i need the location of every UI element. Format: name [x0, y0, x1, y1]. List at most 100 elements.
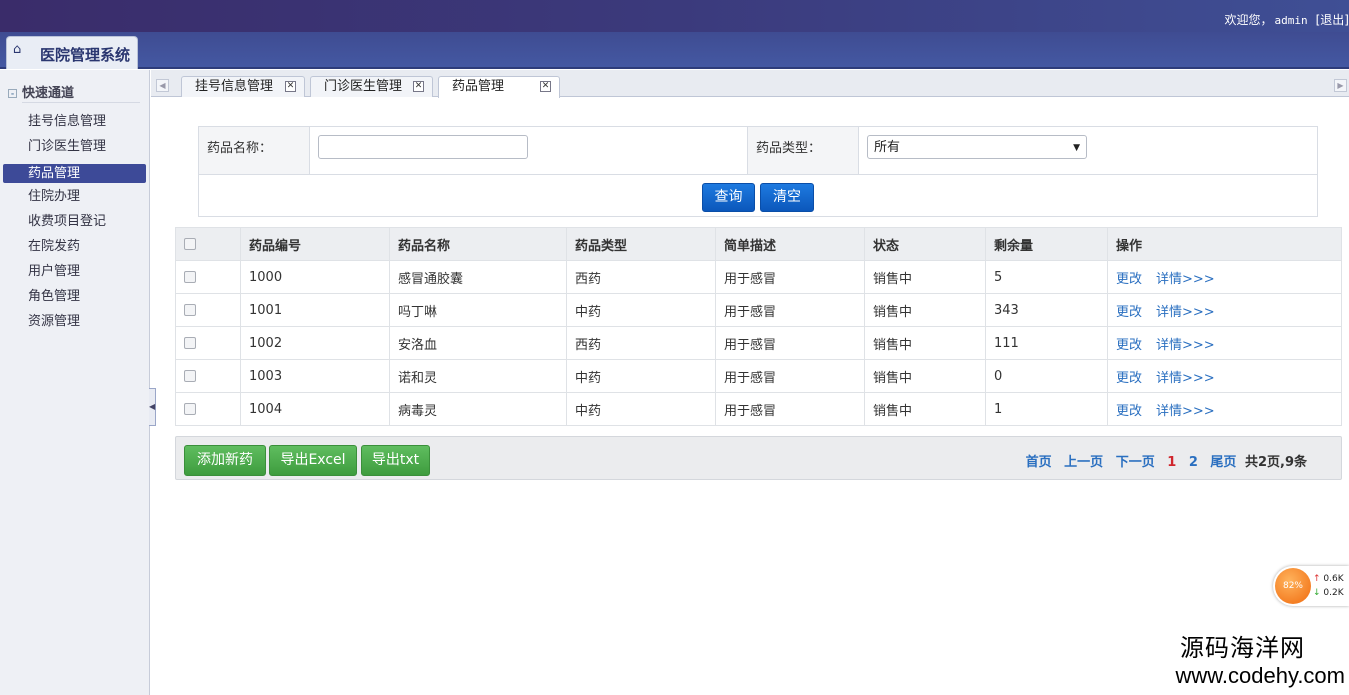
- cell-actions: 更改 详情>>>: [1107, 392, 1342, 426]
- detail-link[interactable]: 详情>>>: [1156, 272, 1215, 287]
- page-next-link[interactable]: 下一页: [1116, 455, 1155, 470]
- sidebar-item-users[interactable]: 用户管理: [3, 261, 146, 286]
- row-checkbox[interactable]: [184, 403, 196, 415]
- sidebar-collapse-handle[interactable]: ◀: [149, 388, 156, 426]
- cell-name: 吗丁啉: [389, 293, 567, 327]
- column-header[interactable]: 药品类型: [566, 227, 716, 261]
- welcome-area: 欢迎您， admin [退出]: [1224, 11, 1349, 28]
- clear-button[interactable]: 清空: [760, 183, 814, 212]
- username: admin: [1274, 14, 1308, 27]
- detail-link[interactable]: 详情>>>: [1156, 305, 1215, 320]
- row-checkbox-cell: [175, 260, 241, 294]
- detail-link[interactable]: 详情>>>: [1156, 404, 1215, 419]
- table-row: 1003 诺和灵 中药 用于感冒 销售中 0 更改 详情>>>: [175, 359, 1342, 393]
- header-band: [0, 32, 1349, 69]
- sidebar-item-registration[interactable]: 挂号信息管理: [3, 111, 146, 136]
- cell-type: 西药: [566, 260, 716, 294]
- cell-desc: 用于感冒: [715, 359, 865, 393]
- column-header[interactable]: 药品编号: [240, 227, 390, 261]
- cell-desc: 用于感冒: [715, 392, 865, 426]
- edit-link[interactable]: 更改: [1116, 404, 1142, 419]
- sidebar-item-dispense[interactable]: 在院发药: [3, 236, 146, 261]
- close-icon[interactable]: ✕: [413, 81, 424, 92]
- close-icon[interactable]: ✕: [540, 81, 551, 92]
- cell-actions: 更改 详情>>>: [1107, 326, 1342, 360]
- edit-link[interactable]: 更改: [1116, 305, 1142, 320]
- row-checkbox[interactable]: [184, 271, 196, 283]
- edit-link[interactable]: 更改: [1116, 338, 1142, 353]
- sidebar-item-resources[interactable]: 资源管理: [3, 311, 146, 336]
- edit-link[interactable]: 更改: [1116, 272, 1142, 287]
- tab-label: 药品管理: [452, 79, 505, 94]
- watermark-url: www.codehy.com: [1175, 663, 1345, 688]
- medicine-table: 药品编号 药品名称 药品类型 简单描述 状态 剩余量 操作 1000 感冒通胶囊…: [175, 227, 1342, 426]
- medicine-name-input[interactable]: [318, 135, 528, 159]
- type-label-cell: 药品类型：: [748, 127, 859, 174]
- column-header[interactable]: 剩余量: [985, 227, 1108, 261]
- column-header[interactable]: 状态: [864, 227, 986, 261]
- sidebar-item-charges[interactable]: 收费项目登记: [3, 211, 146, 236]
- page-2-link[interactable]: 2: [1189, 455, 1198, 470]
- select-value: 所有: [874, 140, 901, 155]
- brand-tab[interactable]: ⌂ 医院管理系统: [6, 36, 138, 69]
- watermark: 源码海洋网 www.codehy.com: [1175, 628, 1345, 689]
- medicine-type-select[interactable]: 所有 ▼: [867, 135, 1087, 159]
- page-first-link[interactable]: 首页: [1026, 455, 1052, 470]
- row-checkbox[interactable]: [184, 304, 196, 316]
- watermark-title: 源码海洋网: [1180, 634, 1305, 662]
- tab-medicine[interactable]: 药品管理 ✕: [438, 76, 560, 98]
- column-header[interactable]: 药品名称: [389, 227, 567, 261]
- tab-doctors[interactable]: 门诊医生管理 ✕: [310, 76, 433, 97]
- arrow-up-icon: ↑: [1313, 574, 1321, 584]
- medicine-type-label: 药品类型：: [756, 141, 822, 156]
- sidebar-item-medicine[interactable]: 药品管理: [3, 164, 146, 183]
- sidebar-heading[interactable]: - 快速通道: [8, 82, 74, 101]
- add-medicine-button[interactable]: 添加新药: [184, 445, 266, 476]
- cell-remain: 1: [985, 392, 1108, 426]
- export-txt-button[interactable]: 导出txt: [361, 445, 430, 476]
- upload-speed: ↑ 0.6K: [1313, 574, 1344, 584]
- row-checkbox[interactable]: [184, 370, 196, 382]
- tab-label: 挂号信息管理: [195, 79, 274, 94]
- detail-link[interactable]: 详情>>>: [1156, 338, 1215, 353]
- page-last-link[interactable]: 尾页: [1210, 455, 1236, 470]
- query-button[interactable]: 查询: [702, 183, 755, 212]
- sidebar-item-roles[interactable]: 角色管理: [3, 286, 146, 311]
- top-bar: 欢迎您， admin [退出]: [0, 0, 1349, 32]
- column-header: 操作: [1107, 227, 1342, 261]
- cell-remain: 0: [985, 359, 1108, 393]
- collapse-minus-icon: -: [8, 89, 17, 98]
- page-prev-link[interactable]: 上一页: [1064, 455, 1103, 470]
- sidebar-item-hospitalization[interactable]: 住院办理: [3, 186, 146, 211]
- sidebar: - 快速通道 挂号信息管理 门诊医生管理 药品管理 住院办理 收费项目登记 在院发…: [0, 70, 150, 695]
- tab-bar: ◀ ▶ 挂号信息管理 ✕ 门诊医生管理 ✕ 药品管理 ✕: [151, 70, 1349, 98]
- cell-status: 销售中: [864, 392, 986, 426]
- cell-desc: 用于感冒: [715, 326, 865, 360]
- logout-link[interactable]: [退出]: [1316, 13, 1349, 27]
- cell-status: 销售中: [864, 293, 986, 327]
- tab-registration[interactable]: 挂号信息管理 ✕: [181, 76, 305, 97]
- tab-scroll-left-icon[interactable]: ◀: [156, 79, 169, 92]
- row-checkbox-cell: [175, 359, 241, 393]
- export-excel-button[interactable]: 导出Excel: [269, 445, 357, 476]
- edit-link[interactable]: 更改: [1116, 371, 1142, 386]
- page-current: 1: [1167, 455, 1177, 470]
- welcome-text: 欢迎您，: [1224, 13, 1273, 27]
- cell-type: 西药: [566, 326, 716, 360]
- select-all-checkbox[interactable]: [184, 238, 196, 250]
- sidebar-item-doctors[interactable]: 门诊医生管理: [3, 136, 146, 161]
- row-checkbox[interactable]: [184, 337, 196, 349]
- cell-actions: 更改 详情>>>: [1107, 293, 1342, 327]
- close-icon[interactable]: ✕: [285, 81, 296, 92]
- detail-link[interactable]: 详情>>>: [1156, 371, 1215, 386]
- action-bar: 添加新药 导出Excel 导出txt 首页 上一页 下一页 1 2 尾页 共2页…: [175, 436, 1342, 480]
- network-speed-widget[interactable]: 82% ↑ 0.6K ↓ 0.2K: [1273, 566, 1349, 606]
- table-row: 1000 感冒通胶囊 西药 用于感冒 销售中 5 更改 详情>>>: [175, 260, 1342, 294]
- column-header[interactable]: 简单描述: [715, 227, 865, 261]
- cell-id: 1004: [240, 392, 390, 426]
- cell-desc: 用于感冒: [715, 260, 865, 294]
- tab-scroll-right-icon[interactable]: ▶: [1334, 79, 1347, 92]
- pagination: 首页 上一页 下一页 1 2 尾页 共2页,9条: [1018, 451, 1307, 470]
- name-label-cell: 药品名称：: [199, 127, 310, 174]
- cell-desc: 用于感冒: [715, 293, 865, 327]
